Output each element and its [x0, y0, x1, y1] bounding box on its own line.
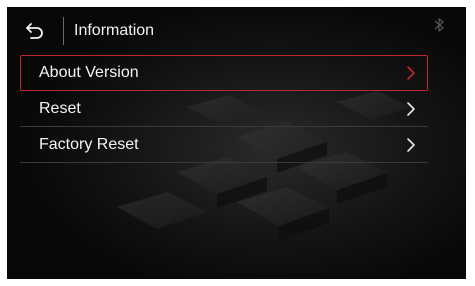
- menu-item-label: About Version: [39, 64, 139, 81]
- menu-item-label: Reset: [39, 100, 81, 117]
- menu-item-reset[interactable]: Reset: [20, 91, 428, 127]
- chevron-right-icon: [407, 138, 415, 152]
- menu-item-label: Factory Reset: [39, 136, 139, 153]
- settings-screen: Information About Version Reset Factory …: [7, 7, 466, 279]
- back-arrow-icon: [26, 23, 43, 39]
- chevron-right-icon: [407, 102, 415, 116]
- menu-item-factory-reset[interactable]: Factory Reset: [20, 127, 428, 163]
- back-button[interactable]: [21, 18, 49, 44]
- menu-item-about-version[interactable]: About Version: [20, 55, 428, 91]
- page-title: Information: [74, 22, 155, 39]
- header-divider: [63, 17, 64, 45]
- title-bar: Information: [7, 7, 466, 55]
- chevron-right-icon: [407, 66, 415, 80]
- bluetooth-icon: [434, 18, 444, 32]
- settings-menu: About Version Reset Factory Reset: [20, 55, 428, 163]
